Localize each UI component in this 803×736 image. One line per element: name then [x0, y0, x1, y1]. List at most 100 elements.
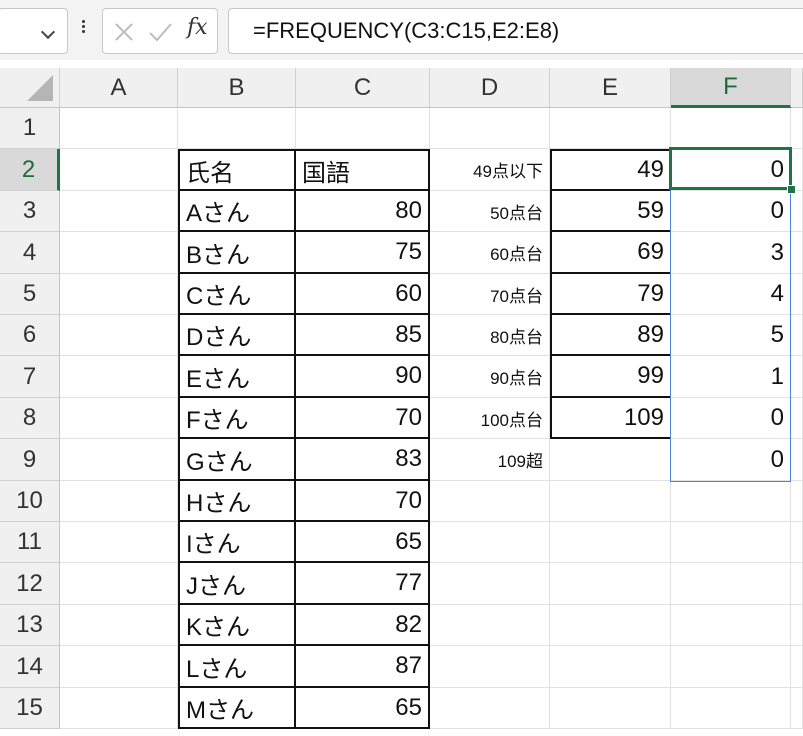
cell-d11[interactable]	[430, 522, 550, 563]
insert-function-icon[interactable]: fx	[187, 15, 208, 40]
cell-a14[interactable]	[60, 646, 178, 688]
cell-e9[interactable]	[550, 439, 671, 481]
cell-e5[interactable]: 79	[550, 274, 671, 315]
cell-f4[interactable]: 3	[671, 232, 791, 274]
cell-e10[interactable]	[550, 481, 671, 522]
cell-g9[interactable]	[791, 439, 803, 481]
chevron-down-icon[interactable]	[40, 24, 56, 40]
cell-a7[interactable]	[60, 356, 178, 398]
cell-d13[interactable]	[430, 605, 550, 646]
cell-e2[interactable]: 49	[550, 149, 671, 191]
cell-d7[interactable]: 90点台	[430, 356, 550, 398]
row-header-9[interactable]: 9	[0, 439, 60, 481]
cell-d5[interactable]: 70点台	[430, 274, 550, 315]
column-header-g[interactable]	[791, 68, 803, 108]
cancel-icon[interactable]	[109, 17, 139, 47]
cell-e6[interactable]: 89	[550, 315, 671, 356]
cell-f15[interactable]	[671, 688, 791, 729]
row-header-15[interactable]: 15	[0, 688, 60, 729]
column-header-e[interactable]: E	[550, 68, 671, 108]
cell-d8[interactable]: 100点台	[430, 398, 550, 439]
cell-c5[interactable]: 60	[296, 274, 430, 315]
cell-b13[interactable]: Kさん	[178, 605, 296, 646]
cell-a13[interactable]	[60, 605, 178, 646]
cell-f12[interactable]	[671, 563, 791, 605]
cell-g1[interactable]	[791, 108, 803, 149]
cell-b5[interactable]: Cさん	[178, 274, 296, 315]
row-header-4[interactable]: 4	[0, 232, 60, 274]
cell-f13[interactable]	[671, 605, 791, 646]
cell-g6[interactable]	[791, 315, 803, 356]
cell-d1[interactable]	[430, 108, 550, 149]
cell-d10[interactable]	[430, 481, 550, 522]
name-box[interactable]	[0, 8, 68, 54]
cell-g12[interactable]	[791, 563, 803, 605]
cell-f14[interactable]	[671, 646, 791, 688]
cell-b1[interactable]	[178, 108, 296, 149]
cell-e15[interactable]	[550, 688, 671, 729]
row-header-1[interactable]: 1	[0, 108, 60, 149]
cell-g8[interactable]	[791, 398, 803, 439]
cell-c8[interactable]: 70	[296, 398, 430, 439]
cell-g7[interactable]	[791, 356, 803, 398]
row-header-11[interactable]: 11	[0, 522, 60, 563]
cell-g14[interactable]	[791, 646, 803, 688]
row-header-8[interactable]: 8	[0, 398, 60, 439]
cell-c9[interactable]: 83	[296, 439, 430, 481]
cell-e13[interactable]	[550, 605, 671, 646]
cell-b14[interactable]: Lさん	[178, 646, 296, 688]
row-header-2[interactable]: 2	[0, 149, 60, 191]
more-options-icon[interactable]	[80, 18, 86, 40]
column-header-c[interactable]: C	[296, 68, 430, 108]
column-header-d[interactable]: D	[430, 68, 550, 108]
cell-b8[interactable]: Fさん	[178, 398, 296, 439]
cell-f5[interactable]: 4	[671, 274, 791, 315]
formula-input[interactable]: =FREQUENCY(C3:C15,E2:E8)	[228, 8, 803, 54]
cell-f1[interactable]	[671, 108, 791, 149]
select-all-corner[interactable]	[0, 68, 60, 108]
cell-b3[interactable]: Aさん	[178, 191, 296, 232]
cell-b4[interactable]: Bさん	[178, 232, 296, 274]
row-header-7[interactable]: 7	[0, 356, 60, 398]
cell-d12[interactable]	[430, 563, 550, 605]
cell-c12[interactable]: 77	[296, 563, 430, 605]
cell-a6[interactable]	[60, 315, 178, 356]
cell-d14[interactable]	[430, 646, 550, 688]
cell-a2[interactable]	[60, 149, 178, 191]
row-header-6[interactable]: 6	[0, 315, 60, 356]
cell-e8[interactable]: 109	[550, 398, 671, 439]
cell-c14[interactable]: 87	[296, 646, 430, 688]
cell-c6[interactable]: 85	[296, 315, 430, 356]
cell-c2[interactable]: 国語	[296, 149, 430, 191]
cell-a5[interactable]	[60, 274, 178, 315]
cell-b2[interactable]: 氏名	[178, 149, 296, 191]
cell-f6[interactable]: 5	[671, 315, 791, 356]
cell-a10[interactable]	[60, 481, 178, 522]
cell-f11[interactable]	[671, 522, 791, 563]
cell-e4[interactable]: 69	[550, 232, 671, 274]
cell-b9[interactable]: Gさん	[178, 439, 296, 481]
cell-c7[interactable]: 90	[296, 356, 430, 398]
cell-c10[interactable]: 70	[296, 481, 430, 522]
row-header-14[interactable]: 14	[0, 646, 60, 688]
cell-a9[interactable]	[60, 439, 178, 481]
cell-b10[interactable]: Hさん	[178, 481, 296, 522]
cell-e1[interactable]	[550, 108, 671, 149]
cell-a12[interactable]	[60, 563, 178, 605]
cell-f3[interactable]: 0	[671, 191, 791, 232]
column-header-a[interactable]: A	[60, 68, 178, 108]
cell-e3[interactable]: 59	[550, 191, 671, 232]
cell-a15[interactable]	[60, 688, 178, 729]
cell-b6[interactable]: Dさん	[178, 315, 296, 356]
cell-d6[interactable]: 80点台	[430, 315, 550, 356]
cell-b12[interactable]: Jさん	[178, 563, 296, 605]
cell-d2[interactable]: 49点以下	[430, 149, 550, 191]
cell-a3[interactable]	[60, 191, 178, 232]
cell-f7[interactable]: 1	[671, 356, 791, 398]
cell-f2[interactable]: 0	[671, 149, 791, 191]
cell-f10[interactable]	[671, 481, 791, 522]
cell-e14[interactable]	[550, 646, 671, 688]
cell-d9[interactable]: 109超	[430, 439, 550, 481]
cell-b11[interactable]: Iさん	[178, 522, 296, 563]
column-header-b[interactable]: B	[178, 68, 296, 108]
